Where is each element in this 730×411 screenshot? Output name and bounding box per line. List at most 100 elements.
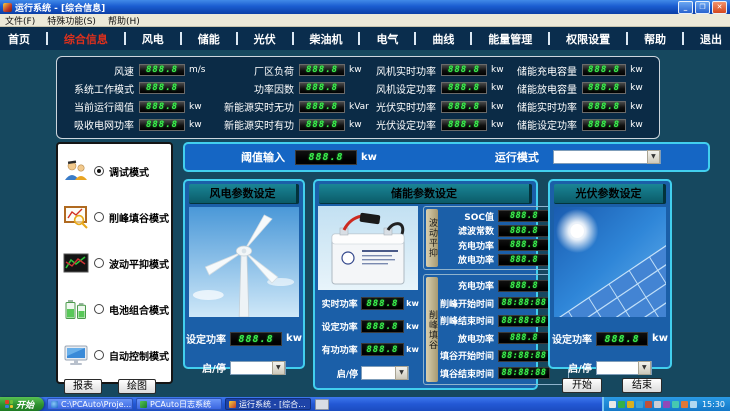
nav-bar: 首页 综合信息 风电 储能 光伏 柴油机 电气 曲线 能量管理 权限设置 帮助 … [0,27,730,50]
menu-special[interactable]: 特殊功能(S) [47,14,96,27]
mode-item-auto-control[interactable]: 自动控制模式 [63,343,166,367]
led-display: 888.8 [582,101,626,113]
tray-icon-4[interactable] [636,401,643,408]
tray-icon-5[interactable] [645,401,652,408]
tray-icon-9[interactable] [681,401,688,408]
nav-energy-mgmt[interactable]: 能量管理 [488,31,532,47]
ps-discharge-power-input[interactable]: 888.8 [498,332,550,344]
mode-item-battery-combo[interactable]: 电池组合模式 [63,297,166,321]
readout-wind-set-power: 风机设定功率888.8kw [375,79,517,97]
title-bar: 运行系统 - [综合信息] _ ❐ ✕ [0,0,730,14]
users-icon [63,159,89,183]
nav-electric[interactable]: 电气 [376,31,398,47]
nav-diesel[interactable]: 柴油机 [310,31,343,47]
valley-end-time-input[interactable]: 88:88:88 [498,367,550,379]
nav-overview[interactable]: 综合信息 [64,31,108,47]
threshold-bar: 阈值输入 888.8 kw 运行模式 ▼ [183,142,710,172]
chevron-down-icon: ▼ [647,150,660,164]
tray-icon-2[interactable] [618,401,625,408]
maximize-icon[interactable]: ❐ [695,1,710,14]
end-button[interactable]: 结束 [622,378,662,393]
nav-separator [414,32,416,45]
nav-storage[interactable]: 储能 [198,31,220,47]
minimize-icon[interactable]: _ [678,1,693,14]
solar-startstop-select[interactable]: ▼ [596,361,652,375]
radio-smoothing-mode[interactable] [94,258,104,268]
solar-set-power-label: 设定功率 [552,331,592,346]
peak-end-time-input[interactable]: 88:88:88 [498,315,550,327]
nav-permissions[interactable]: 权限设置 [566,31,610,47]
solar-set-power-unit: kw [652,333,668,344]
menu-file[interactable]: 文件(F) [5,14,35,27]
led-display: 888.8 [299,64,345,76]
menu-help[interactable]: 帮助(H) [108,14,140,27]
tray-icon-10[interactable] [690,401,697,408]
tray-icon-7[interactable] [663,401,670,408]
nav-curves[interactable]: 曲线 [432,31,454,47]
wind-set-power-input[interactable]: 888.8 [230,332,282,346]
tray-icon-1[interactable] [609,401,616,408]
radio-battery-combo-mode[interactable] [94,304,104,314]
nav-separator [626,32,628,45]
wind-panel: 风电参数设定 设定功率 888.8 kw 启/停 [183,179,305,369]
wind-startstop-select[interactable]: ▼ [230,361,286,375]
mode-item-peak-shaving[interactable]: 削峰填谷模式 [63,205,166,229]
tray-icon-3[interactable] [627,401,634,408]
wind-startstop-label: 启/停 [202,360,226,375]
mode-sidebar: 调试模式 削峰填谷模式 波动平抑模式 [56,142,173,384]
discharge-power-input[interactable]: 888.8 [498,254,550,266]
nav-separator [46,32,48,45]
filter-constant-input[interactable]: 888.8 [498,225,550,237]
report-button[interactable]: 报表 [64,379,102,394]
radio-peak-shaving-mode[interactable] [94,212,104,222]
radio-debug-mode[interactable] [94,166,104,176]
readout-newenergy-reactive: 新能源实时无功888.8kVar [215,98,375,116]
run-app-icon [229,401,236,408]
mode-item-smoothing[interactable]: 波动平抑模式 [63,251,166,275]
start-menu-button[interactable]: 开始 [0,397,44,411]
readout-system-mode: 系统工作模式888.8 [63,79,215,97]
window-title: 运行系统 - [综合信息] [15,1,105,14]
storage-set-power-input[interactable]: 888.8 [361,320,405,333]
battery-group-icon [63,297,89,321]
led-display: 888.8 [139,101,185,113]
solar-panel: 光伏参数设定 [548,179,672,369]
taskbar-item-log-system[interactable]: PCAuto日志系统 [136,398,222,410]
led-display: 888.8 [299,119,345,131]
radio-auto-control-mode[interactable] [94,350,104,360]
readout-power-factor: 功率因数888.8 [215,79,375,97]
nav-help[interactable]: 帮助 [644,31,666,47]
taskbar-item-explorer[interactable]: C:\PCAuto\Proje... [47,398,133,410]
threshold-input[interactable]: 888.8 [295,150,357,165]
nav-exit[interactable]: 退出 [700,31,722,47]
start-button[interactable]: 开始 [562,378,602,393]
led-display: 888.8 [582,82,626,94]
wind-set-power-unit: kw [286,333,302,344]
charge-power-input[interactable]: 888.8 [498,239,550,251]
taskbar-toolbar-button[interactable] [315,399,329,410]
ps-charge-power-input[interactable]: 888.8 [498,280,550,292]
nav-solar[interactable]: 光伏 [254,31,276,47]
tray-icon-6[interactable] [654,401,661,408]
led-display: 888.8 [441,64,487,76]
readout-current-threshold: 当前运行阈值888.8kw [63,98,215,116]
close-icon[interactable]: ✕ [712,1,727,14]
run-mode-select[interactable]: ▼ [553,150,661,164]
taskbar-item-run-system[interactable]: 运行系统 - [综合... [225,398,311,410]
mode-item-debug[interactable]: 调试模式 [63,159,166,183]
peak-start-time-input[interactable]: 88:88:88 [498,297,550,309]
nav-home[interactable]: 首页 [8,31,30,47]
tray-icon-8[interactable] [672,401,679,408]
draw-button[interactable]: 绘图 [118,379,156,394]
peak-shaving-strip-label: 削峰填谷 [426,277,438,382]
nav-wind[interactable]: 风电 [142,31,164,47]
storage-startstop-select[interactable]: ▼ [361,366,409,380]
readout-storage-charge-capacity: 储能充电容量888.8kw [517,61,655,79]
solar-set-power-input[interactable]: 888.8 [596,332,648,346]
led-display: 888.8 [361,297,405,310]
valley-start-time-input[interactable]: 88:88:88 [498,350,550,362]
menu-bar: 文件(F) 特殊功能(S) 帮助(H) [0,14,730,27]
storage-panel-title: 储能参数设定 [319,184,532,204]
readout-wind-speed: 风速888.8m/s [63,61,215,79]
led-display: 888.8 [361,343,405,356]
